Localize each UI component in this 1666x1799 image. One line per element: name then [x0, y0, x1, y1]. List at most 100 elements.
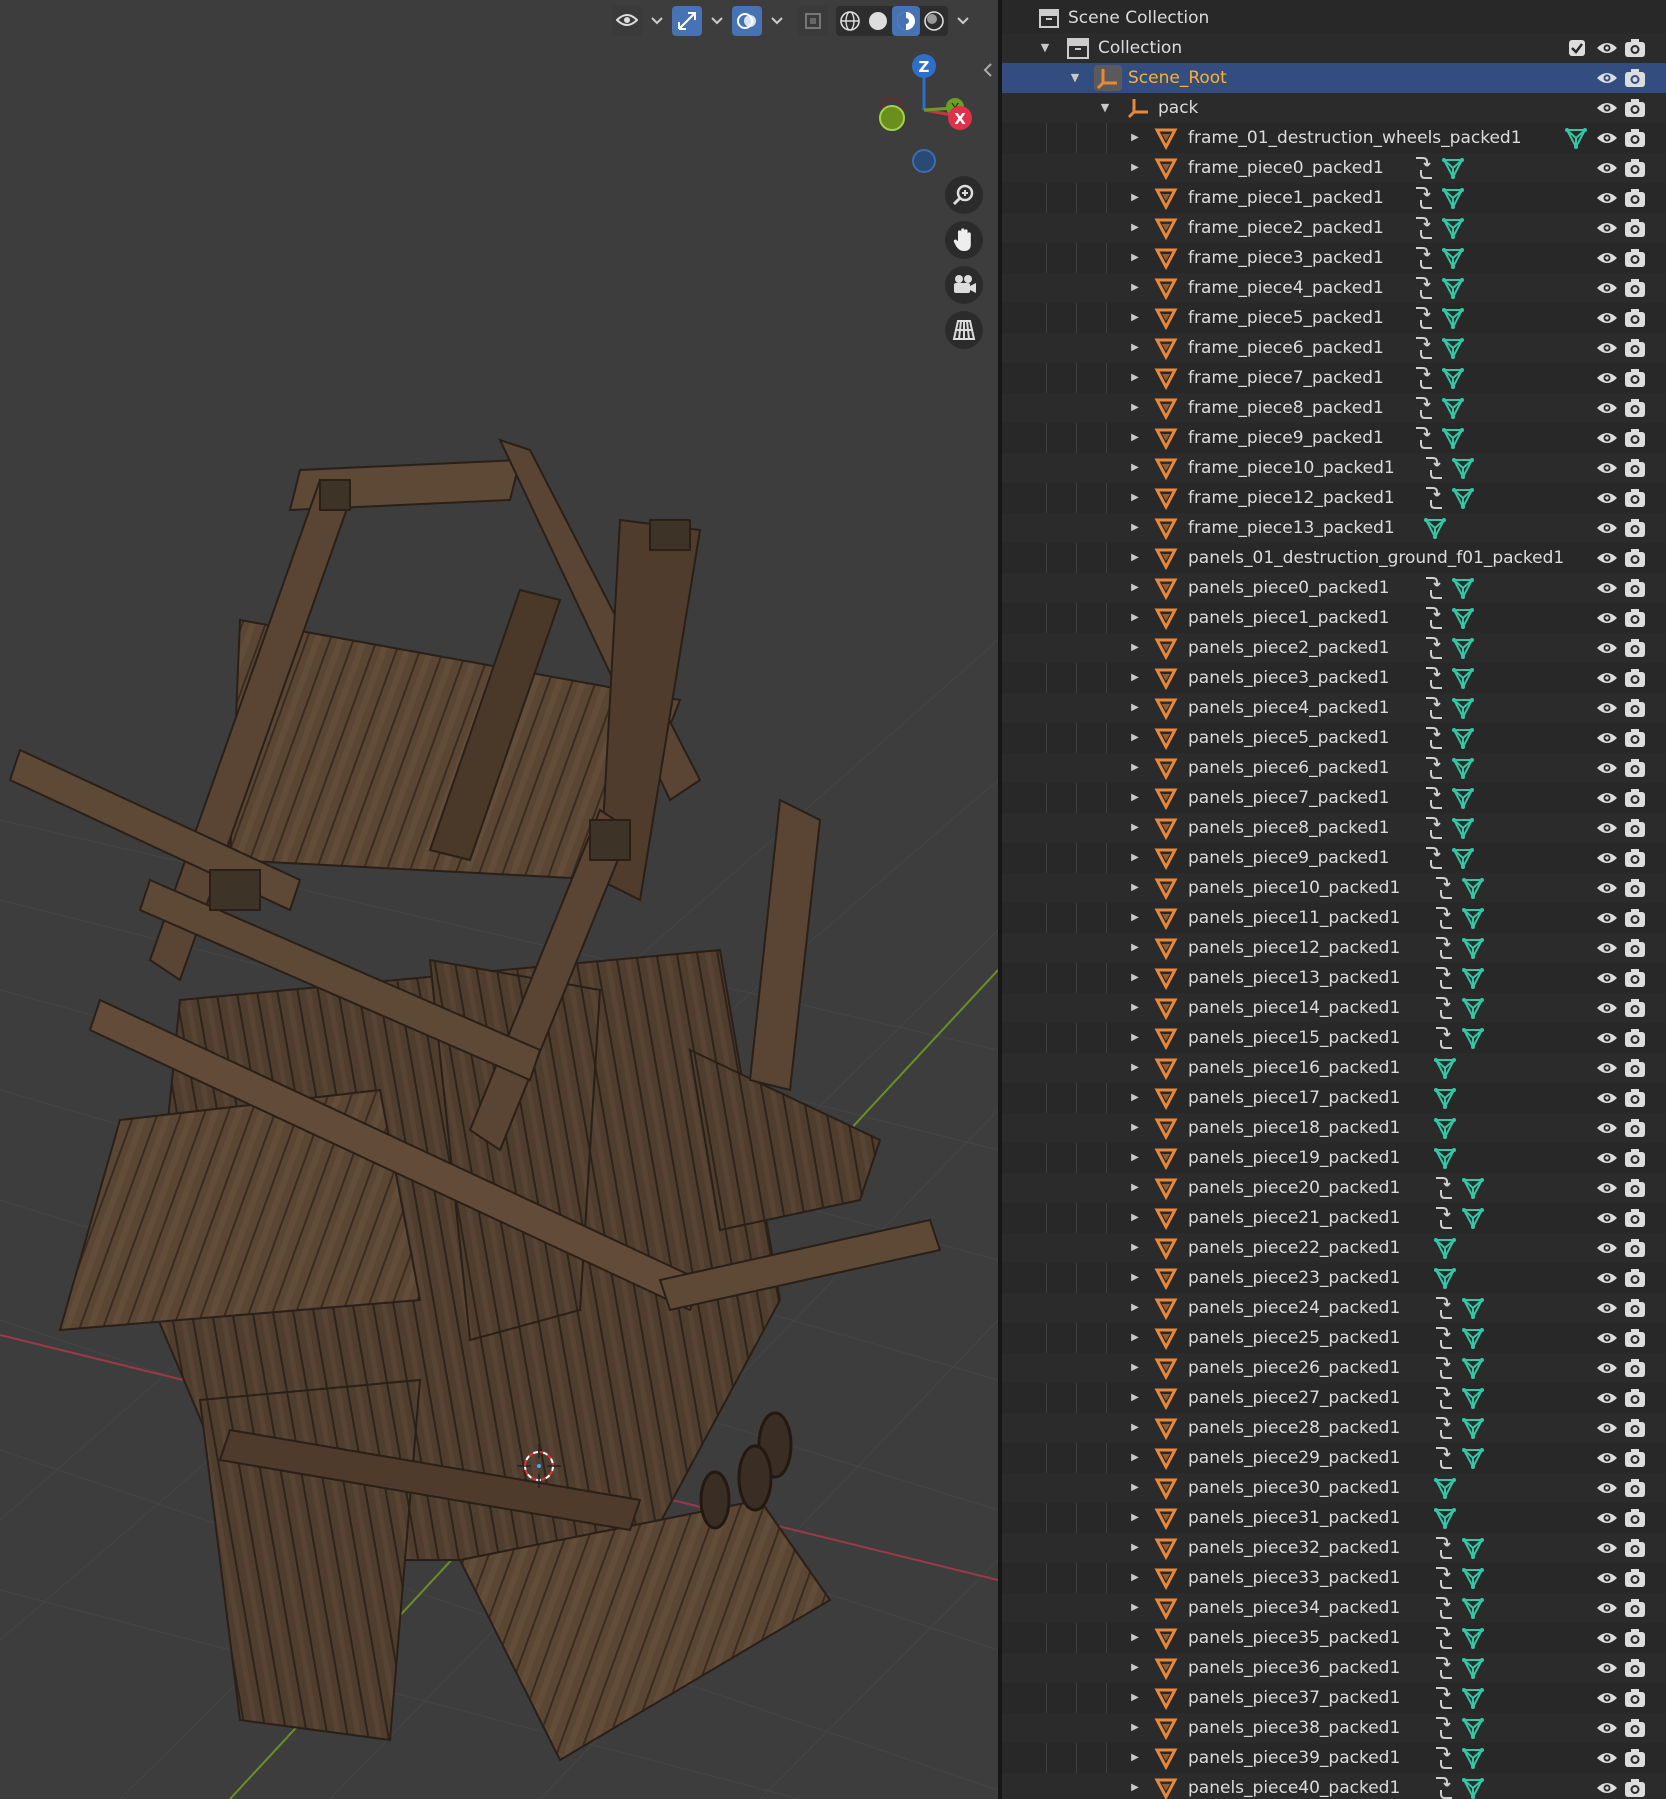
expand-arrow-icon[interactable]: ▶	[1128, 701, 1142, 715]
expand-arrow-icon[interactable]: ▶	[1128, 401, 1142, 415]
visibility-eye-icon[interactable]	[1596, 970, 1618, 986]
render-camera-icon[interactable]	[1624, 338, 1646, 358]
expand-arrow-icon[interactable]: ▶	[1128, 821, 1142, 835]
mesh-data-icon[interactable]	[1441, 216, 1465, 240]
mesh-data-icon[interactable]	[1451, 756, 1475, 780]
mesh-data-icon[interactable]	[1433, 1476, 1457, 1500]
modifier-wrench-icon[interactable]	[1433, 1566, 1455, 1590]
expand-arrow-icon[interactable]: ▶	[1128, 1031, 1142, 1045]
object-row[interactable]: ▶ panels_piece11_packed1	[1002, 903, 1666, 933]
modifier-wrench-icon[interactable]	[1423, 576, 1445, 600]
object-row[interactable]: ▶ panels_piece34_packed1	[1002, 1593, 1666, 1623]
visibility-eye-icon[interactable]	[1596, 1420, 1618, 1436]
expand-arrow-icon[interactable]: ▶	[1128, 491, 1142, 505]
object-row[interactable]: ▶ frame_piece7_packed1	[1002, 363, 1666, 393]
mesh-data-icon[interactable]	[1461, 1536, 1485, 1560]
mesh-data-icon[interactable]	[1451, 726, 1475, 750]
visibility-eye-icon[interactable]	[1596, 910, 1618, 926]
pack-row[interactable]: ▼ pack	[1002, 93, 1666, 123]
modifier-wrench-icon[interactable]	[1423, 666, 1445, 690]
visibility-eye-icon[interactable]	[1596, 940, 1618, 956]
expand-arrow-icon[interactable]: ▶	[1128, 581, 1142, 595]
visibility-eye-icon[interactable]	[1596, 1300, 1618, 1316]
visibility-eye-icon[interactable]	[1596, 1660, 1618, 1676]
mesh-data-icon[interactable]	[1433, 1236, 1457, 1260]
render-camera-icon[interactable]	[1624, 98, 1646, 118]
modifier-wrench-icon[interactable]	[1413, 396, 1435, 420]
object-row[interactable]: ▶ panels_piece18_packed1	[1002, 1113, 1666, 1143]
object-row[interactable]: ▶ panels_piece5_packed1	[1002, 723, 1666, 753]
mesh-data-icon[interactable]	[1441, 336, 1465, 360]
modifier-wrench-icon[interactable]	[1413, 336, 1435, 360]
render-camera-icon[interactable]	[1624, 38, 1646, 58]
expand-arrow-icon[interactable]: ▶	[1128, 281, 1142, 295]
render-camera-icon[interactable]	[1624, 1688, 1646, 1708]
visibility-eye-icon[interactable]	[1596, 1090, 1618, 1106]
modifier-wrench-icon[interactable]	[1423, 606, 1445, 630]
visibility-eye-icon[interactable]	[1596, 1030, 1618, 1046]
render-camera-icon[interactable]	[1624, 1178, 1646, 1198]
visibility-eye-icon[interactable]	[1596, 1510, 1618, 1526]
mesh-data-icon[interactable]	[1461, 876, 1485, 900]
visibility-eye-icon[interactable]	[1596, 1720, 1618, 1736]
scene-root-row[interactable]: ▼ Scene_Root	[1002, 63, 1666, 93]
modifier-wrench-icon[interactable]	[1433, 906, 1455, 930]
object-row[interactable]: ▶ panels_piece15_packed1	[1002, 1023, 1666, 1053]
expand-arrow-icon[interactable]: ▶	[1128, 1541, 1142, 1555]
mesh-data-icon[interactable]	[1461, 996, 1485, 1020]
object-row[interactable]: ▶ frame_piece0_packed1	[1002, 153, 1666, 183]
object-row[interactable]: ▶ frame_piece4_packed1	[1002, 273, 1666, 303]
mesh-data-icon[interactable]	[1461, 966, 1485, 990]
visibility-eye-icon[interactable]	[1596, 220, 1618, 236]
modifier-wrench-icon[interactable]	[1423, 696, 1445, 720]
visibility-eye-icon[interactable]	[1596, 1390, 1618, 1406]
render-camera-icon[interactable]	[1624, 158, 1646, 178]
mesh-data-icon[interactable]	[1461, 1026, 1485, 1050]
expand-arrow-icon[interactable]: ▶	[1128, 1391, 1142, 1405]
object-row[interactable]: ▶ frame_piece5_packed1	[1002, 303, 1666, 333]
expand-arrow-icon[interactable]: ▶	[1128, 1181, 1142, 1195]
expand-arrow-icon[interactable]: ▶	[1128, 671, 1142, 685]
visibility-eye-icon[interactable]	[1596, 1060, 1618, 1076]
render-camera-icon[interactable]	[1624, 128, 1646, 148]
modifier-wrench-icon[interactable]	[1433, 1326, 1455, 1350]
expand-arrow-icon[interactable]: ▶	[1128, 1331, 1142, 1345]
object-row[interactable]: ▶ panels_piece1_packed1	[1002, 603, 1666, 633]
expand-arrow-icon[interactable]: ▶	[1128, 1751, 1142, 1765]
ortho-toggle-button[interactable]	[945, 311, 983, 349]
visibility-eye-icon[interactable]	[1596, 1180, 1618, 1196]
render-camera-icon[interactable]	[1624, 1028, 1646, 1048]
gizmo-toggle-button[interactable]	[672, 6, 702, 36]
visibility-eye-icon[interactable]	[1596, 310, 1618, 326]
modifier-wrench-icon[interactable]	[1423, 636, 1445, 660]
object-row[interactable]: ▶ panels_piece7_packed1	[1002, 783, 1666, 813]
object-row[interactable]: ▶ panels_01_destruction_ground_f01_packed…	[1002, 543, 1666, 573]
render-camera-icon[interactable]	[1624, 608, 1646, 628]
mesh-data-icon[interactable]	[1433, 1146, 1457, 1170]
object-row[interactable]: ▶ panels_piece13_packed1	[1002, 963, 1666, 993]
visibility-eye-icon[interactable]	[1596, 670, 1618, 686]
expand-arrow-icon[interactable]: ▶	[1128, 221, 1142, 235]
axis-navigation-gizmo[interactable]: Y Z X	[862, 48, 986, 178]
mesh-data-icon[interactable]	[1441, 366, 1465, 390]
expand-arrow-icon[interactable]: ▶	[1128, 971, 1142, 985]
expand-arrow-icon[interactable]: ▶	[1128, 311, 1142, 325]
render-camera-icon[interactable]	[1624, 1088, 1646, 1108]
mesh-data-icon[interactable]	[1433, 1116, 1457, 1140]
object-row[interactable]: ▶ panels_piece37_packed1	[1002, 1683, 1666, 1713]
mesh-data-icon[interactable]	[1461, 1626, 1485, 1650]
exclude-checkbox-icon[interactable]	[1568, 39, 1586, 57]
render-camera-icon[interactable]	[1624, 548, 1646, 568]
mesh-data-icon[interactable]	[1461, 1446, 1485, 1470]
object-row[interactable]: ▶ panels_piece36_packed1	[1002, 1653, 1666, 1683]
object-row[interactable]: ▶ panels_piece0_packed1	[1002, 573, 1666, 603]
object-row[interactable]: ▶ panels_piece2_packed1	[1002, 633, 1666, 663]
expand-arrow-icon[interactable]: ▶	[1128, 761, 1142, 775]
expand-arrow-icon[interactable]: ▶	[1128, 941, 1142, 955]
object-row[interactable]: ▶ panels_piece3_packed1	[1002, 663, 1666, 693]
mesh-data-icon[interactable]	[1564, 126, 1588, 150]
expand-arrow-icon[interactable]: ▼	[1068, 71, 1082, 85]
object-row[interactable]: ▶ panels_piece6_packed1	[1002, 753, 1666, 783]
pan-view-button[interactable]	[945, 221, 983, 259]
mesh-data-icon[interactable]	[1461, 1176, 1485, 1200]
